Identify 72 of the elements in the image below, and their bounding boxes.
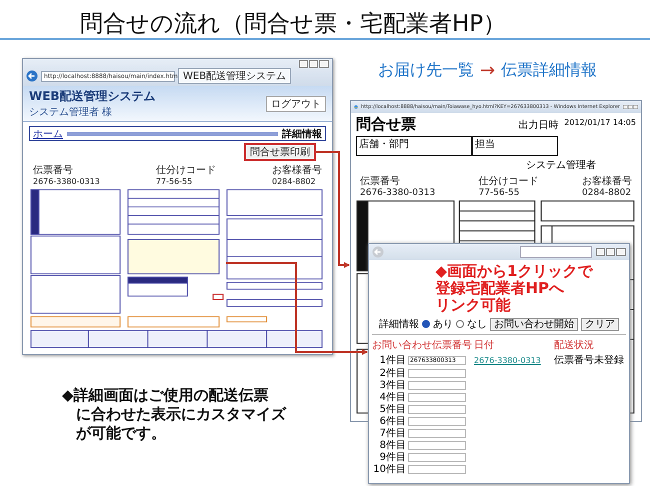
row-label: 4件目	[378, 392, 407, 403]
tracking-number-field[interactable]	[408, 405, 466, 414]
browser-tab[interactable]	[520, 246, 592, 258]
annotation-text: 登録宅配業者HPへ	[436, 280, 566, 297]
tracking-number-field[interactable]	[408, 369, 466, 378]
annotation-text: ◆画面から1クリックで	[436, 263, 592, 280]
flow-label: お届け先一覧	[378, 60, 474, 81]
tracking-number-field[interactable]	[408, 381, 466, 390]
row-label: 3件目	[378, 380, 407, 391]
annotation-text: リンク可能	[436, 297, 512, 314]
slide-title: 問合せの流れ（問合せ票・宅配業者HP）	[0, 0, 650, 40]
tracking-number-field[interactable]	[408, 393, 466, 402]
window-controls-icon	[596, 248, 626, 256]
back-button-icon	[372, 246, 384, 258]
logout-button[interactable]: ログアウト	[266, 96, 326, 112]
action-button[interactable]: クリア	[581, 318, 619, 330]
office-field: 店舗・部門	[356, 136, 472, 156]
tracking-number-field[interactable]	[408, 417, 466, 426]
breadcrumb-current: 詳細情報	[282, 128, 322, 140]
row-label: 8件目	[378, 440, 407, 451]
browser-icon	[354, 103, 358, 111]
breadcrumb-link[interactable]: ホーム	[33, 126, 63, 140]
field-label: お客様番号	[272, 164, 322, 177]
radio-button[interactable]	[456, 320, 464, 328]
caption-text: が可能です。	[75, 424, 167, 443]
print-button[interactable]: 問合せ票印刷	[244, 143, 316, 161]
window-controls-icon	[622, 103, 638, 111]
field-value: 77-56-55	[156, 177, 194, 186]
caption-text: ◆詳細画面はご使用の配送伝票	[62, 386, 270, 405]
back-button-icon	[26, 70, 38, 82]
row-label: 5件目	[378, 404, 407, 415]
row-label: 9件目	[378, 452, 407, 463]
browser-tab[interactable]: WEB配送管理システム	[178, 68, 292, 84]
row-label: 10件目	[372, 464, 407, 475]
app-title: WEB配送管理システム	[29, 88, 156, 105]
field-value: 0284-8802	[582, 188, 632, 198]
user-name: システム管理者 様	[29, 106, 114, 119]
row-label: 1件目	[378, 354, 407, 366]
tracking-number-field[interactable]	[408, 465, 466, 474]
field-value: 2676-3380-0313	[33, 177, 100, 186]
caption-text: に合わせた表示にカスタマイズ	[75, 405, 286, 424]
status-text: 伝票番号未登録	[554, 354, 625, 367]
output-time: 2012/01/17 14:05	[564, 118, 636, 128]
field-label: 伝票番号	[360, 174, 401, 188]
radio-button[interactable]	[422, 320, 430, 328]
field-label: お客様番号	[582, 174, 632, 188]
row-label: 2件目	[378, 368, 407, 379]
field-value: 2676-3380-0313	[360, 188, 436, 198]
action-button[interactable]: お問い合わせ開始	[490, 318, 578, 330]
row-label: 7件目	[378, 428, 407, 439]
arrow-icon: →	[480, 60, 496, 81]
radio-label: あり	[433, 318, 453, 331]
column-header: 配送状況	[554, 338, 595, 352]
tracking-number-field[interactable]	[408, 453, 466, 462]
column-header: お問い合わせ伝票番号	[372, 338, 473, 352]
staff-field: 担当	[472, 136, 558, 156]
field-label: 仕分けコード	[478, 175, 539, 188]
field-label: 仕分けコード	[156, 164, 216, 177]
field-label: 伝票番号	[33, 164, 74, 177]
option-label: 詳細情報	[379, 318, 419, 331]
tracking-number-field[interactable]	[408, 429, 466, 438]
form-heading: 問合せ票	[356, 115, 416, 134]
radio-label: なし	[467, 318, 487, 331]
output-label: 出力日時	[518, 118, 558, 132]
manager-name: システム管理者	[526, 158, 596, 172]
field-value: 77-56-55	[478, 188, 520, 198]
column-header: 日付	[474, 339, 495, 352]
tracking-link[interactable]: 2676-3380-0313	[474, 356, 554, 364]
row-label: 6件目	[378, 416, 407, 427]
field-value: 0284-8802	[272, 177, 317, 186]
flow-label: 伝票詳細情報	[501, 60, 598, 81]
tracking-number-field[interactable]	[408, 441, 466, 450]
